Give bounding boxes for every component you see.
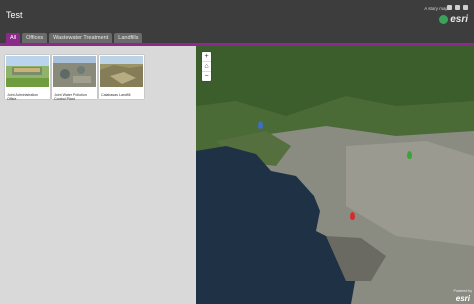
twitter-icon[interactable] <box>455 5 460 10</box>
storymap-label: A story map <box>424 6 448 11</box>
zoom-in-button[interactable]: + <box>202 52 211 62</box>
tab-landfills[interactable]: Landfills <box>114 33 143 43</box>
esri-logo-text: esri <box>450 14 468 25</box>
esri-logo[interactable]: esri <box>439 14 468 25</box>
link-icon[interactable] <box>463 5 468 10</box>
globe-icon <box>439 15 449 24</box>
tab-offices[interactable]: Offices <box>22 33 48 43</box>
tab-all[interactable]: All <box>6 33 21 43</box>
tabs: All Offices Wastewater Treatment Landfil… <box>6 33 143 43</box>
sidebar: Joint Administration Office Joint Water … <box>0 46 196 304</box>
satellite-map <box>196 46 474 304</box>
zoom-controls: + ⌂ − <box>202 52 211 81</box>
card-joint-administration-office[interactable]: Joint Administration Office <box>5 55 50 102</box>
card-thumbnail <box>53 56 96 87</box>
app-header: Test A story map esri <box>0 0 474 32</box>
map-esri-logo[interactable]: esri <box>456 294 470 303</box>
map-pin-red[interactable] <box>350 212 355 220</box>
card-caption: Joint Administration Office <box>7 93 39 102</box>
card-calabasas-landfill[interactable]: Calabasas Landfill <box>99 55 144 99</box>
card-caption: Calabasas Landfill <box>101 93 131 97</box>
page-title: Test <box>6 10 23 20</box>
social-links <box>447 5 468 10</box>
card-thumbnail <box>6 56 49 87</box>
card-thumbnail <box>100 56 143 87</box>
tab-wastewater-treatment[interactable]: Wastewater Treatment <box>49 33 113 43</box>
facebook-icon[interactable] <box>447 5 452 10</box>
map-pin-green[interactable] <box>407 151 412 159</box>
map-pin-blue[interactable] <box>258 121 263 129</box>
zoom-out-button[interactable]: − <box>202 72 211 81</box>
map-view[interactable]: + ⌂ − Powered by esri <box>196 46 474 304</box>
card-caption: Joint Water Pollution Control Plant <box>54 93 87 102</box>
home-button[interactable]: ⌂ <box>202 62 211 72</box>
map-attribution: Powered by <box>453 289 472 293</box>
card-joint-water-pollution-control-plant[interactable]: Joint Water Pollution Control Plant <box>52 55 97 102</box>
